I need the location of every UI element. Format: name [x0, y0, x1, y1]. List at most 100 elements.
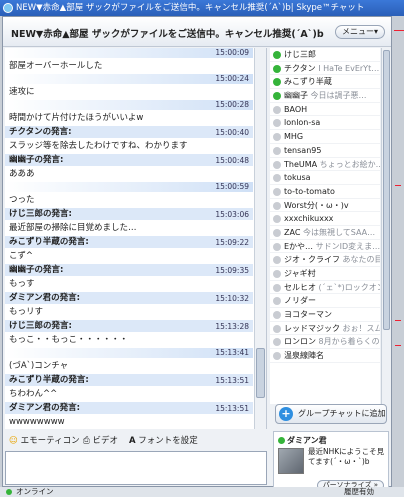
participant-name: BAOH	[284, 104, 308, 114]
status-text[interactable]: オンライン	[16, 487, 54, 497]
profile-name-row[interactable]: ダミアン君	[278, 435, 327, 446]
message-time: 15:00:09	[215, 48, 249, 57]
participant-name: ヨコターマン	[284, 310, 332, 320]
sender-name[interactable]: ダミアン君の発言:	[9, 293, 80, 303]
message-time: 15:03:06	[215, 210, 249, 219]
sender-name[interactable]: ダミアン君の発言:	[9, 403, 80, 413]
scroll-thumb[interactable]	[256, 348, 265, 398]
participant-item[interactable]: けじ三郎	[270, 48, 380, 62]
participant-name: xxxchikuxxx	[284, 214, 334, 224]
message-sender: けじ三郎の発言: 15:13:28	[5, 320, 253, 332]
message-item: チクタンの発言: 15:00:40 スラッジ等を除去したわけですね、わかります	[5, 126, 253, 154]
sender-name[interactable]: けじ三郎の発言:	[9, 321, 72, 331]
message-input[interactable]	[5, 451, 267, 485]
participant-name: TheUMA	[284, 159, 318, 169]
chat-toolbar: ☺ エモーティコン ⎙ ビデオ A フォントを設定	[5, 432, 267, 450]
participant-list[interactable]: けじ三郎 チクタン I HaTe EvErYt… みこずり半蔵 幽幽子 今日は調子悪……	[270, 48, 380, 404]
message-item: みこずり半蔵の発言: 15:09:22 こず^	[5, 236, 253, 264]
message-meta: 15:00:28	[5, 100, 253, 110]
participant-item[interactable]: tokusa	[270, 171, 380, 185]
participant-name: ロンロン	[284, 337, 316, 347]
offline-status-icon	[273, 352, 281, 361]
participant-scrollbar[interactable]	[381, 48, 391, 404]
participant-item[interactable]: チクタン I HaTe EvErYt…	[270, 62, 380, 76]
font-icon: A	[129, 436, 136, 446]
participant-item[interactable]: MHG	[270, 130, 380, 144]
participant-item[interactable]: TheUMA ちょっとお絵か…	[270, 158, 380, 172]
participant-item[interactable]: tensan95	[270, 144, 380, 158]
participant-mood: 今は無視してSAA…	[302, 227, 376, 237]
message-sender: ダミアン君の発言: 15:10:32	[5, 292, 253, 304]
emoticon-button[interactable]: ☺ エモーティコン	[9, 432, 80, 450]
message-time: 15:00:48	[215, 156, 249, 165]
message-text: ちわわん^^	[9, 389, 58, 399]
participant-item[interactable]: みこずり半蔵	[270, 75, 380, 90]
sender-name[interactable]: 幽幽子の発言:	[9, 155, 63, 165]
message-item: ダミアン君の発言: 15:13:51 wwwwwwww	[5, 402, 253, 429]
participant-item[interactable]: ロンロン 8月から着らくの…	[270, 335, 380, 350]
add-button-label: グループチャットに追加	[298, 409, 386, 418]
offline-status-icon	[273, 297, 281, 306]
font-button[interactable]: A フォントを設定	[129, 432, 198, 450]
participant-mood: おぉ！スム…	[342, 323, 380, 333]
add-to-group-chat-button[interactable]: + グループチャットに追加	[275, 404, 387, 424]
offline-status-icon	[273, 160, 281, 169]
video-label: ビデオ	[92, 436, 119, 446]
message-sender: 幽幽子の発言: 15:09:35	[5, 264, 253, 276]
sender-name[interactable]: 幽幽子の発言:	[9, 265, 63, 275]
message-sender: けじ三郎の発言: 15:03:06	[5, 208, 253, 220]
participant-item[interactable]: to-to-tomato	[270, 185, 380, 199]
message-text: つった	[9, 195, 35, 205]
participant-name: ZAC	[284, 227, 301, 237]
menu-button[interactable]: メニュー▾	[334, 25, 385, 39]
scroll-thumb[interactable]	[383, 50, 390, 330]
message-item: ダミアン君の発言: 15:10:32 もっリす	[5, 292, 253, 320]
participant-item[interactable]: ジオ・クライフ あなたの目…	[270, 253, 380, 267]
participant-name: ジャギ村	[284, 269, 316, 278]
message-sender: 幽幽子の発言: 15:00:48	[5, 154, 253, 166]
message-item: みこずり半蔵の発言: 15:13:51 ちわわん^^	[5, 374, 253, 402]
participant-mood: ちょっとお絵か…	[319, 159, 380, 169]
window-titlebar[interactable]: NEW▼赤命▲部屋 ザックがファイルをご送信中。キャンセル推奨(´A`)b| S…	[0, 0, 404, 16]
font-label: フォントを設定	[138, 436, 198, 446]
participant-item[interactable]: ヨコターマン	[270, 308, 380, 322]
message-list[interactable]: 15:00:09 部屋オーバーホールした 15:00:24 速攻に 15:00:28 時間…	[5, 48, 267, 429]
message-time: 15:00:24	[215, 74, 249, 83]
sender-name[interactable]: みこずり半蔵の発言:	[9, 237, 89, 247]
participant-item[interactable]: ノリダー	[270, 294, 380, 309]
video-button[interactable]: ⎙ ビデオ	[83, 432, 118, 450]
message-sender: みこずり半蔵の発言: 15:13:51	[5, 374, 253, 386]
participant-item[interactable]: セルヒオ (´ェ`*)ロックオン	[270, 281, 380, 295]
message-text: あああ	[9, 169, 35, 179]
participant-item[interactable]: レッドマジック おぉ！スム…	[270, 322, 380, 336]
chat-scrollbar[interactable]	[254, 48, 266, 429]
sender-name[interactable]: けじ三郎の発言:	[9, 209, 72, 219]
message-time: 15:09:22	[215, 238, 249, 247]
message-text: 部屋オーバーホールした	[9, 61, 103, 71]
participant-item[interactable]: 温泉線陣名	[270, 349, 380, 363]
message-text: もっリす	[9, 307, 44, 317]
participant-item[interactable]: BAOH	[270, 103, 380, 117]
participant-item[interactable]: ジャギ村	[270, 267, 380, 281]
plus-icon: +	[279, 407, 293, 421]
message-item: 15:00:28 時間かけて片付けたほうがいいよw	[5, 100, 253, 126]
profile-card: ダミアン君 最近NHKにようこそ見てます(´・ω・`)b パーソナライズ »	[273, 431, 389, 495]
message-time: 15:09:35	[215, 266, 249, 275]
participant-item[interactable]: xxxchikuxxx	[270, 212, 380, 226]
sender-name[interactable]: チクタンの発言:	[9, 127, 72, 137]
message-time: 15:00:59	[215, 182, 249, 191]
participant-item[interactable]: Eかや… サドンID変えま…	[270, 240, 380, 254]
participant-item[interactable]: lonlon-sa	[270, 116, 380, 131]
sender-name[interactable]: みこずり半蔵の発言:	[9, 375, 89, 385]
profile-mood: 最近NHKにようこそ見てます(´・ω・`)b	[308, 447, 385, 466]
message-item: 15:00:09 部屋オーバーホールした	[5, 48, 253, 74]
participant-item[interactable]: 幽幽子 今日は調子悪…	[270, 89, 380, 103]
participant-mood: (´ェ`*)ロックオン	[318, 282, 380, 292]
participant-name: 温泉線陣名	[284, 351, 324, 361]
avatar[interactable]	[278, 448, 304, 474]
participant-mood: サドンID変えま…	[315, 241, 380, 251]
participant-item[interactable]: ZAC 今は無視してSAA…	[270, 226, 380, 240]
participant-item[interactable]: Worst分(・ω・)v	[270, 199, 380, 213]
status-bar: オンライン 履歴有効	[0, 487, 404, 497]
online-status-icon	[273, 78, 281, 87]
